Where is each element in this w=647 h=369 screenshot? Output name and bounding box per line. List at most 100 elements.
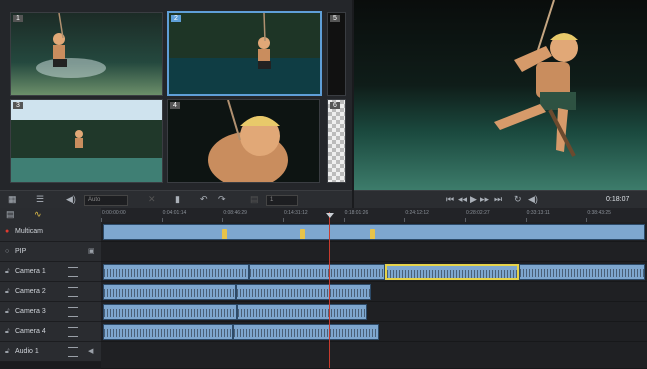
waveform [250,269,384,277]
camera-2-thumbnail [169,13,320,94]
ruler-tick-label: 0:38:43:25 [587,210,611,216]
camera-view-1[interactable]: 1 [10,12,163,96]
audio-clip[interactable] [237,304,367,320]
marker-icon[interactable]: ▮ [175,191,180,208]
lock-icon[interactable]: 🔓︎ [5,282,10,301]
track-name: Camera 4 [15,328,46,335]
audio-clip[interactable] [519,264,645,280]
camera-number: 4 [170,102,180,109]
camera-number: 3 [13,102,23,109]
preview-frame [354,0,647,190]
audio-clip[interactable] [249,264,385,280]
waveform-toggle-icon[interactable] [68,327,78,337]
waveform [234,329,378,337]
track-header-camera-2[interactable]: 🔓︎ Camera 2 [0,282,101,302]
preview-player[interactable] [354,0,647,190]
camera-4-thumbnail [168,100,319,182]
track-header-pip[interactable]: ○ PIP ▣ [0,242,101,262]
track-name: Audio 1 [15,348,39,355]
camera-number: 1 [13,15,23,22]
timecode-display[interactable]: 0:18:07 [606,191,629,208]
ruler-tick-label: 0:14:31:12 [284,210,308,216]
waveform [238,309,366,317]
ruler-tick-label: 0:08:46:29 [223,210,247,216]
track-header-multicam[interactable]: ● Multicam [0,222,101,242]
step-forward-icon[interactable]: ▸▸ [480,191,489,208]
loop-icon[interactable]: ↻ [514,191,522,208]
ruler-tick-label: 0:33:13:11 [526,210,550,216]
ruler-tick-label: 0:00:00:00 [102,210,126,216]
selected-audio-clip[interactable] [385,264,519,280]
audio-wave-icon[interactable]: ∿ [34,206,42,223]
go-to-start-icon[interactable]: ⏮ [446,191,454,208]
switch-marker[interactable] [300,229,305,239]
camera-number: 2 [171,15,181,22]
track-name: Camera 2 [15,288,46,295]
lane-camera-4 [101,322,647,342]
ruler-tick-label: 0:04:01:14 [162,210,187,216]
audio-clip[interactable] [103,284,236,300]
multicam-grid: 1 2 5 3 4 6 [0,0,352,190]
timeline-ruler[interactable]: 0:00:00:00 0:04:01:14 0:08:46:29 0:14:31:12… [101,208,647,223]
camera-view-2[interactable]: 2 [167,11,322,96]
audio-clip[interactable] [103,304,237,320]
waveform-toggle-icon[interactable] [68,267,78,277]
cut-icon[interactable]: ✕ [148,191,156,208]
undo-icon[interactable]: ↶ [200,191,208,208]
lane-camera-3 [101,302,647,322]
play-icon[interactable]: ▶ [470,191,477,208]
speaker-icon[interactable]: ◀ [88,342,93,361]
waveform-toggle-icon[interactable] [68,307,78,317]
lane-camera-1 [101,262,647,282]
speaker-icon[interactable]: ◀) [66,191,76,208]
waveform [104,329,232,337]
waveform [520,269,644,277]
camera-view-4[interactable]: 4 [167,99,320,183]
radio-icon[interactable]: ○ [5,242,9,261]
switch-marker[interactable] [222,229,227,239]
multicam-toolbar: ▦ ☰ ◀) Auto ✕ ▮ ↶ ↷ ▤ 1 [0,190,352,208]
lock-icon[interactable]: 🔓︎ [5,302,10,321]
audio-clip[interactable] [233,324,379,340]
settings-icon[interactable]: ▤ [250,191,259,208]
go-to-end-icon[interactable]: ⏭ [494,191,502,208]
waveform [104,289,235,297]
track-name: PIP [15,248,27,255]
audio-clip[interactable] [103,264,249,280]
camera-view-5[interactable]: 5 [327,12,346,96]
playhead[interactable] [329,212,330,368]
lock-icon[interactable]: 🔓︎ [5,342,10,361]
track-header-audio-1[interactable]: 🔓︎ Audio 1 ◀ [0,342,101,362]
lane-multicam [101,222,647,242]
waveform [104,269,248,277]
switch-marker[interactable] [370,229,375,239]
ruler-tick-label: 0:18:01:26 [344,210,369,216]
value-stepper[interactable]: 1 [266,195,298,206]
waveform [387,270,517,278]
step-back-icon[interactable]: ◂◂ [458,191,467,208]
audio-clip[interactable] [236,284,371,300]
track-header-camera-1[interactable]: 🔓︎ Camera 1 [0,262,101,282]
pip-icon[interactable]: ▣ [88,242,95,261]
audio-source-dropdown[interactable]: Auto [84,195,128,206]
track-manager-icon[interactable]: ▤ [6,206,15,223]
playhead-handle-icon[interactable] [326,213,334,218]
track-header-camera-3[interactable]: 🔓︎ Camera 3 [0,302,101,322]
lock-icon[interactable]: 🔓︎ [5,262,10,281]
camera-3-thumbnail [11,100,162,182]
track-header-camera-4[interactable]: 🔓︎ Camera 4 [0,322,101,342]
lane-audio-1 [101,342,647,369]
record-icon[interactable]: ● [5,222,9,241]
camera-number: 5 [330,15,340,22]
camera-view-3[interactable]: 3 [10,99,163,183]
lane-camera-2 [101,282,647,302]
multicam-clip[interactable] [103,224,645,240]
waveform-toggle-icon[interactable] [68,287,78,297]
redo-icon[interactable]: ↷ [218,191,226,208]
volume-icon[interactable]: ◀) [528,191,538,208]
lock-icon[interactable]: 🔓︎ [5,322,10,341]
camera-view-6[interactable]: 6 [327,99,346,183]
waveform-toggle-icon[interactable] [68,347,78,357]
camera-1-thumbnail [11,13,162,95]
audio-clip[interactable] [103,324,233,340]
